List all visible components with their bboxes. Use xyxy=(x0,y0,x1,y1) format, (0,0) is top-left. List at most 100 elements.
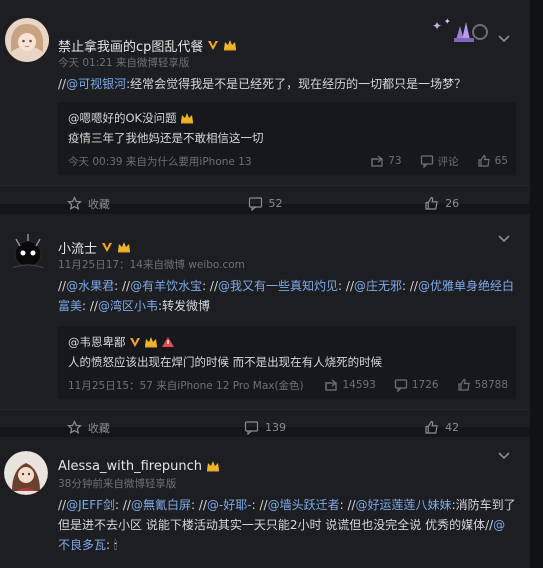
post-meta: 38分钟前来自微博轻享版 xyxy=(58,478,177,490)
like-icon xyxy=(478,154,490,167)
repost-time: 11月25日15：57 来自iPhone 12 Pro Max(金色) xyxy=(68,379,304,392)
repost-comment-count[interactable]: 评论 xyxy=(420,154,459,169)
repost-like-count[interactable]: 65 xyxy=(477,154,508,168)
text-segment: : // xyxy=(114,279,131,293)
repost-like-value: 58788 xyxy=(474,379,508,391)
post-text: //@JEFF剑: //@無氰白屏: //@-好耶-: //@墙头跃迁者: //… xyxy=(58,495,516,555)
username-text[interactable]: 禁止拿我画的cp图乱代餐 xyxy=(58,36,203,55)
comment-icon xyxy=(248,197,262,211)
mention-link[interactable]: @庄无邪 xyxy=(354,279,402,293)
crown-icon xyxy=(117,241,131,253)
avatar[interactable] xyxy=(5,18,49,62)
like-icon xyxy=(425,420,438,434)
repost-comment-value: 评论 xyxy=(437,155,459,168)
repost-text: 疫情三年了我他妈还是不敢相信这一切 xyxy=(68,131,264,145)
decoration-stars: ✦ ✦ xyxy=(430,14,488,48)
repost-comment-value: 1726 xyxy=(411,379,439,391)
mention-link[interactable]: @-好耶- xyxy=(207,498,252,512)
text-segment: :转发微博 xyxy=(157,299,211,313)
vip-badge-icon xyxy=(129,336,141,348)
repost-username[interactable]: @嗯嗯好的OK没问题 xyxy=(68,110,177,126)
mention-link[interactable]: @有羊饮水宝 xyxy=(130,279,202,293)
text-segment: : // xyxy=(251,498,268,512)
favorite-label: 收藏 xyxy=(87,197,110,211)
crown-icon xyxy=(223,39,237,51)
crown-icon xyxy=(180,112,194,124)
repost-time: 今天 00:39 来自为什么要用iPhone 13 xyxy=(68,155,252,168)
comment-count: 52 xyxy=(268,197,283,210)
mention-link[interactable]: @無氰白屏 xyxy=(131,498,191,512)
share-icon xyxy=(325,379,338,391)
username-text[interactable]: Alessa_with_firepunch xyxy=(58,459,202,474)
repost-share-value: 73 xyxy=(388,155,402,167)
repost-username[interactable]: @韦恩卑鄙 xyxy=(68,334,126,350)
text-segment: : // xyxy=(115,498,131,512)
text-segment: // xyxy=(58,77,67,91)
text-segment: : // xyxy=(402,279,418,293)
scrollbar-track[interactable] xyxy=(530,0,543,568)
repost-like-value: 65 xyxy=(494,155,508,167)
post-meta: 11月25日17：14来自微博 weibo.com xyxy=(58,259,245,271)
text-segment: :经常会觉得我是不是已经死了，现在经历的一切都只是一场梦？ xyxy=(126,77,467,91)
text-segment: : // xyxy=(82,299,98,313)
repost-block[interactable]: @嗯嗯好的OK没问题 疫情三年了我他妈还是不敢相信这一切 今天 00:39 来自… xyxy=(58,102,516,175)
mention-link[interactable]: @可视银河 xyxy=(66,77,126,91)
chevron-down-icon[interactable] xyxy=(496,230,512,246)
username[interactable]: Alessa_with_firepunch xyxy=(58,457,516,475)
avatar[interactable] xyxy=(6,230,50,274)
avatar[interactable] xyxy=(4,451,48,495)
vip-badge-icon xyxy=(207,39,219,51)
repost-block[interactable]: @韦恩卑鄙 人的愤怒应该出现在焊门的时候 而不是出现在有人烧死的时候 11月25… xyxy=(58,326,516,399)
like-count: 42 xyxy=(445,421,460,434)
like-icon xyxy=(425,196,438,210)
repost-user[interactable]: @嗯嗯好的OK没问题 xyxy=(68,109,508,127)
username[interactable]: 小流士 xyxy=(58,238,516,257)
star-icon xyxy=(66,420,82,435)
mention-link[interactable]: @湾区小韦 xyxy=(98,299,158,313)
text-segment: // xyxy=(58,279,67,293)
share-icon xyxy=(371,155,384,167)
post-card: 小流士 11月25日17：14来自微博 weibo.com //@水果君: //… xyxy=(0,214,530,435)
repost-user[interactable]: @韦恩卑鄙 xyxy=(68,333,508,351)
repost-share-count[interactable]: 14593 xyxy=(324,378,376,392)
text-segment: // xyxy=(58,498,67,512)
like-count: 26 xyxy=(445,197,460,210)
chevron-down-icon[interactable] xyxy=(496,447,512,463)
repost-share-value: 14593 xyxy=(342,379,376,391)
repost-share-count[interactable]: 73 xyxy=(370,154,402,168)
favorite-label: 收藏 xyxy=(87,421,110,435)
mention-link[interactable]: @我又有一些真知灼见 xyxy=(218,279,338,293)
text-segment: : // xyxy=(338,279,354,293)
crown-icon xyxy=(144,336,158,348)
mention-link[interactable]: @墙头跃迁者 xyxy=(268,498,340,512)
feed: ✦ ✦ 禁止拿我画的cp图乱代餐 今天 01:21 来自微博轻享版 //@可视银… xyxy=(0,0,530,568)
comment-icon xyxy=(244,421,259,435)
warning-badge-icon xyxy=(161,336,175,348)
chevron-down-icon[interactable] xyxy=(496,30,512,46)
svg-text:✦: ✦ xyxy=(432,19,442,33)
repost-like-count[interactable]: 58788 xyxy=(457,378,508,392)
mention-link[interactable]: @好运莲莲八妹妹 xyxy=(356,498,452,512)
text-segment: : // xyxy=(339,498,356,512)
mention-link[interactable]: @JEFF剑 xyxy=(66,498,115,512)
repost-text: 人的愤怒应该出现在焊门的时候 而不是出现在有人烧死的时候 xyxy=(68,355,383,369)
text-segment: : // xyxy=(202,279,219,293)
comment-icon xyxy=(420,155,433,168)
post-meta: 今天 01:21 来自微博轻享版 xyxy=(58,57,190,69)
post-text: //@可视银河:经常会觉得我是不是已经死了，现在经历的一切都只是一场梦？ xyxy=(58,74,516,94)
like-icon xyxy=(457,378,470,391)
crown-icon xyxy=(206,460,220,472)
post-text: //@水果君: //@有羊饮水宝: //@我又有一些真知灼见: //@庄无邪: … xyxy=(58,276,516,316)
comment-icon xyxy=(394,379,408,392)
star-icon xyxy=(66,196,82,211)
svg-text:✦: ✦ xyxy=(444,17,451,26)
mention-link[interactable]: @水果君 xyxy=(66,279,114,293)
comment-count: 139 xyxy=(265,421,286,434)
repost-comment-count[interactable]: 1726 xyxy=(394,378,439,392)
username-text[interactable]: 小流士 xyxy=(58,238,97,257)
text-segment: : // xyxy=(191,498,207,512)
text-segment: : 🕯 xyxy=(106,538,118,552)
post-card: ✦ ✦ 禁止拿我画的cp图乱代餐 今天 01:21 来自微博轻享版 //@可视银… xyxy=(0,0,530,211)
vip-badge-icon xyxy=(101,241,113,253)
post-card: Alessa_with_firepunch 38分钟前来自微博轻享版 //@JE… xyxy=(0,437,530,568)
